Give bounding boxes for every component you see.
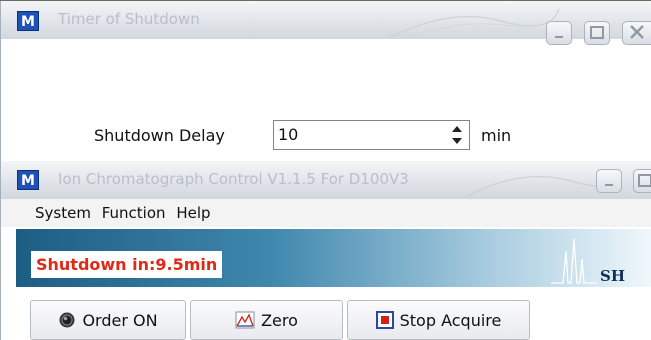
menu-function[interactable]: Function [102,204,166,222]
status-dot-icon [59,312,75,328]
zero-button[interactable]: Zero [190,300,343,340]
shutdown-delay-value[interactable]: 10 [278,125,298,144]
shutdown-window-title: Timer of Shutdown [58,10,200,28]
order-on-button[interactable]: Order ON [30,300,186,340]
stop-acquire-button[interactable]: Stop Acquire [347,300,530,340]
delay-unit-label: min [481,126,512,145]
app-icon: M [17,11,39,31]
maximize-icon[interactable] [584,21,610,45]
menubar-items: System Function Help [35,204,217,222]
main-window-title: Ion Chromatograph Control V1.1.5 For D10… [58,170,409,188]
app-icon: M [17,170,39,190]
shutdown-countdown-status: Shutdown in:9.5min [31,251,223,278]
stop-acquire-label: Stop Acquire [399,310,502,330]
shutdown-delay-spinbox[interactable]: 10 [273,120,470,150]
zero-label: Zero [261,310,298,330]
close-icon[interactable] [622,21,651,45]
menu-help[interactable]: Help [176,204,210,222]
brand-logo-text: SH [600,267,626,285]
chart-zero-icon [235,311,255,329]
minimize-icon[interactable] [596,169,622,193]
status-banner: Shutdown in:9.5min SH [16,229,651,287]
chromatogram-logo-icon [551,238,597,284]
shutdown-timer-window: M Timer of Shutdown Shutdown Delay 10 mi… [0,1,651,161]
stop-record-icon [375,311,394,329]
order-on-label: Order ON [82,310,158,330]
titlebar-decoration [465,170,601,198]
spin-arrows-icon[interactable] [451,123,463,147]
maximize-icon[interactable] [633,169,651,193]
titlebar-decoration [390,8,560,39]
shutdown-delay-label: Shutdown Delay [94,126,225,145]
menu-system[interactable]: System [35,204,91,222]
minimize-icon[interactable] [546,21,572,45]
